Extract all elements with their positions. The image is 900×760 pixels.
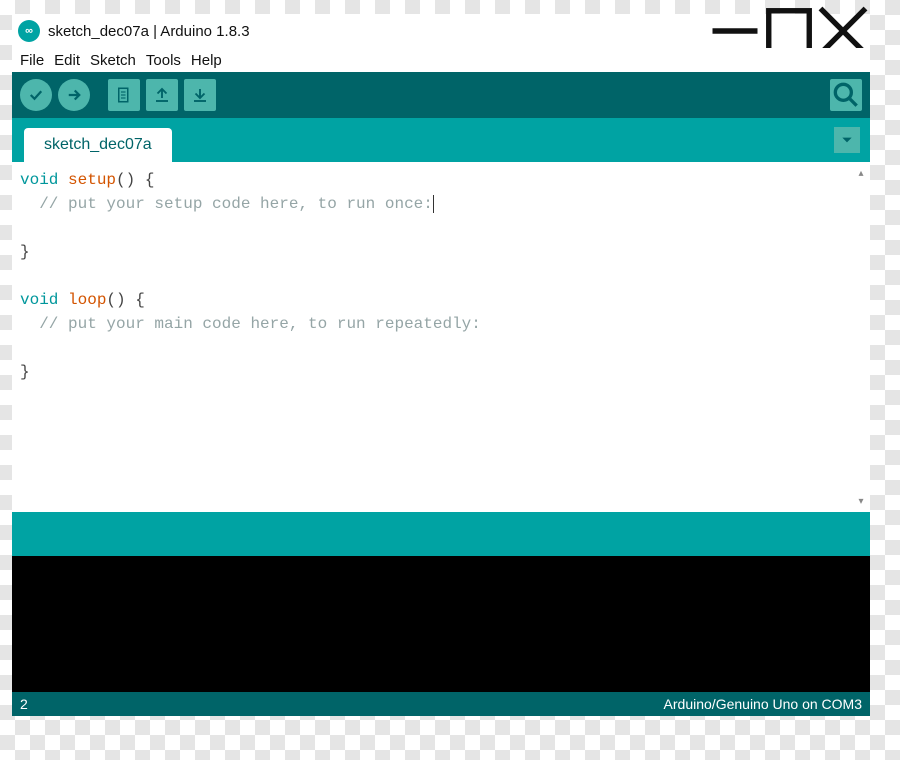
code-function: loop (68, 291, 106, 309)
save-sketch-button[interactable] (184, 79, 216, 111)
serial-monitor-button[interactable] (830, 79, 862, 111)
code-comment: // put your setup code here, to run once… (20, 195, 433, 213)
statusbar: 2 Arduino/Genuino Uno on COM3 (12, 692, 870, 716)
toolbar (12, 72, 870, 118)
code-editor-area[interactable]: ▴ void setup() { // put your setup code … (12, 162, 870, 512)
verify-button[interactable] (20, 79, 52, 111)
console-output[interactable] (12, 556, 870, 692)
code-text: } (20, 363, 30, 381)
code-keyword: void (20, 171, 58, 189)
status-board-port: Arduino/Genuino Uno on COM3 (664, 696, 862, 712)
menu-tools[interactable]: Tools (142, 52, 185, 69)
scroll-down-icon[interactable]: ▾ (854, 494, 868, 508)
upload-button[interactable] (58, 79, 90, 111)
menu-file[interactable]: File (16, 52, 48, 69)
window-title: sketch_dec07a | Arduino 1.8.3 (48, 23, 250, 40)
code-editor[interactable]: void setup() { // put your setup code he… (12, 162, 870, 390)
message-bar (12, 512, 870, 556)
menu-sketch[interactable]: Sketch (86, 52, 140, 69)
open-sketch-button[interactable] (146, 79, 178, 111)
menubar: File Edit Sketch Tools Help (12, 48, 870, 72)
sketch-tab[interactable]: sketch_dec07a (24, 128, 172, 162)
code-comment: // put your main code here, to run repea… (20, 315, 481, 333)
code-text: () { (106, 291, 144, 309)
code-keyword: void (20, 291, 58, 309)
text-cursor (433, 195, 434, 213)
arduino-logo-icon: ∞ (18, 20, 40, 42)
tab-bar: sketch_dec07a (12, 118, 870, 162)
arduino-ide-window: ∞ sketch_dec07a | Arduino 1.8.3 File Edi… (12, 14, 870, 716)
code-text: () { (116, 171, 154, 189)
menu-edit[interactable]: Edit (50, 52, 84, 69)
code-function: setup (68, 171, 116, 189)
close-button[interactable] (816, 14, 870, 48)
minimize-button[interactable] (708, 14, 762, 48)
tab-dropdown-button[interactable] (834, 127, 860, 153)
scroll-up-icon[interactable]: ▴ (854, 166, 868, 180)
menu-help[interactable]: Help (187, 52, 226, 69)
maximize-button[interactable] (762, 14, 816, 48)
new-sketch-button[interactable] (108, 79, 140, 111)
window-controls (708, 14, 870, 48)
titlebar: ∞ sketch_dec07a | Arduino 1.8.3 (12, 14, 870, 48)
status-line-number: 2 (20, 696, 28, 712)
code-text: } (20, 243, 30, 261)
